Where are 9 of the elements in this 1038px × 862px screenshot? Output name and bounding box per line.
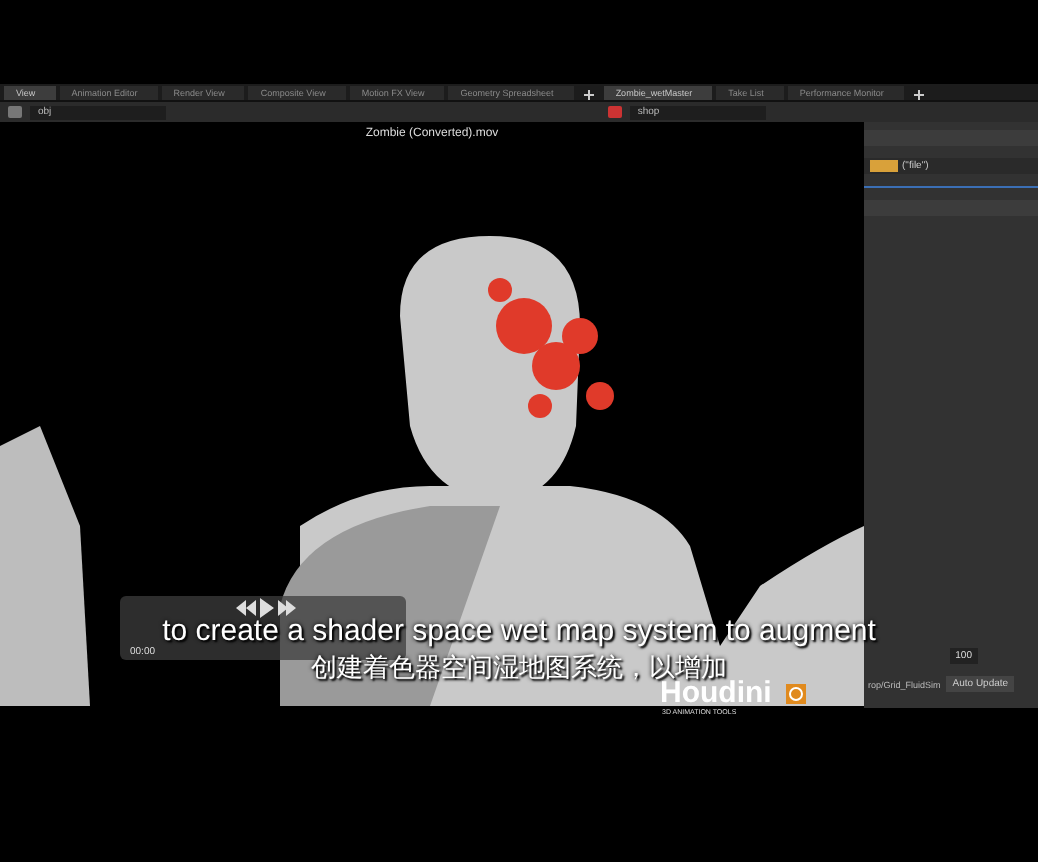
parameter-field[interactable]	[864, 200, 1038, 216]
highlight-tag	[870, 160, 898, 172]
spiral-logo-icon	[786, 684, 806, 704]
logo-wordmark: Houdini	[660, 678, 772, 708]
parameter-field[interactable]	[864, 130, 1038, 146]
network-icon[interactable]	[8, 106, 22, 118]
network-icon[interactable]	[607, 106, 622, 118]
subtitle-chinese: 创建着色器空间湿地图系统，以增加	[311, 650, 727, 682]
playback-buttons-icon[interactable]	[236, 598, 296, 618]
